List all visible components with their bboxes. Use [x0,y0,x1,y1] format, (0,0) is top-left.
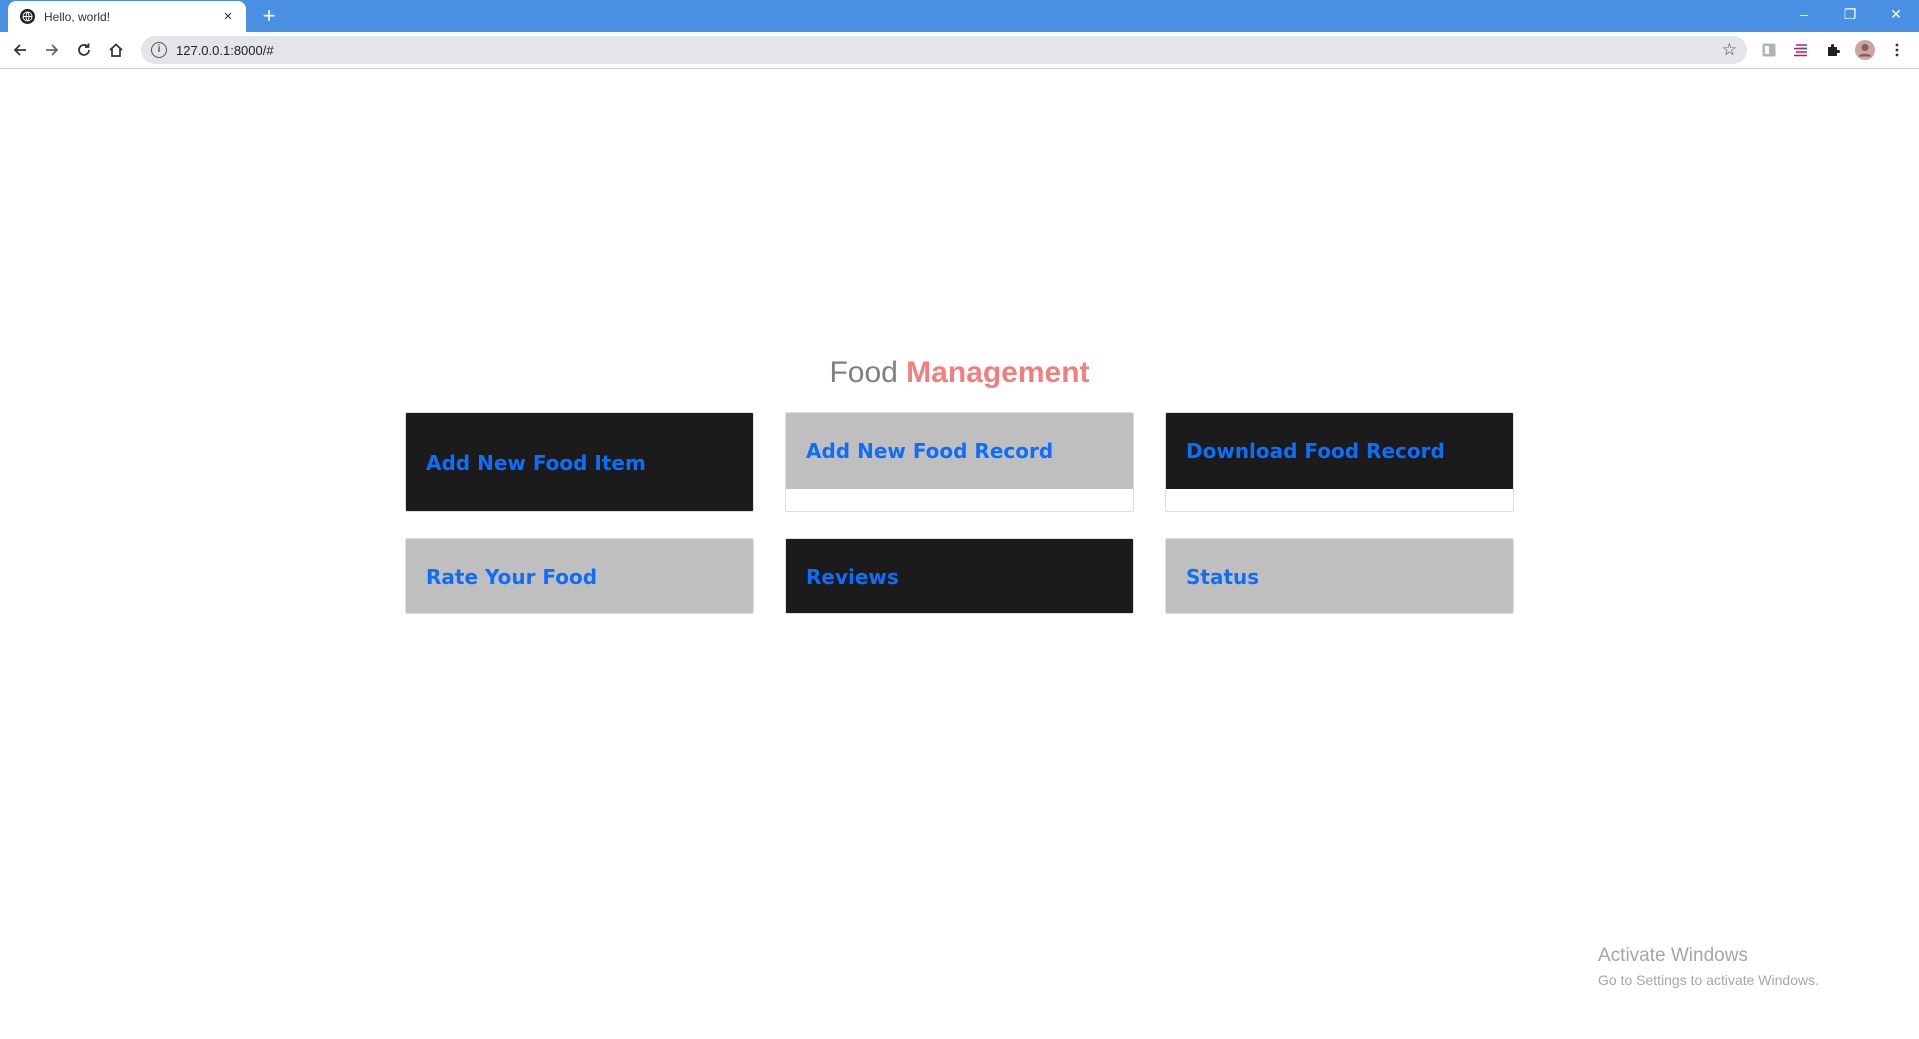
card-label[interactable]: Add New Food Record [806,439,1053,463]
tab-strip: Hello, world! × + – ❐ ✕ [0,0,1919,32]
card-label[interactable]: Download Food Record [1186,439,1445,463]
puzzle-icon[interactable] [1821,38,1845,62]
activate-windows-watermark: Activate Windows Go to Settings to activ… [1598,944,1819,990]
card-label[interactable]: Status [1186,565,1259,589]
address-bar[interactable]: i 127.0.0.1:8000/# ☆ [141,36,1747,64]
home-button[interactable] [104,38,128,62]
page-title: Food Management [0,355,1919,391]
close-window-button[interactable]: ✕ [1873,0,1919,28]
card-rate-your-food[interactable]: Rate Your Food [405,538,754,614]
minimize-button[interactable]: – [1781,0,1827,28]
avatar[interactable] [1853,38,1877,62]
watermark-title: Activate Windows [1598,945,1748,966]
card-download-food-record[interactable]: Download Food Record [1165,412,1514,512]
info-icon[interactable]: i [151,42,167,58]
forward-button[interactable] [40,38,64,62]
reload-icon [78,43,90,56]
title-light-part: Food [829,356,898,389]
title-bold-part: Management [906,356,1090,389]
browser-toolbar: i 127.0.0.1:8000/# ☆ [0,32,1919,69]
watermark-subtitle: Go to Settings to activate Windows. [1598,972,1819,988]
card-status[interactable]: Status [1165,538,1514,614]
card-add-new-food-record[interactable]: Add New Food Record [785,412,1134,512]
url-text[interactable]: 127.0.0.1:8000/# [176,43,1722,58]
globe-icon [20,9,35,24]
arrow-right-icon [46,44,59,56]
arrow-left-icon [13,44,26,56]
card-add-new-food-item[interactable]: Add New Food Item [405,412,754,512]
window-controls: – ❐ ✕ [1781,0,1919,28]
card-label[interactable]: Add New Food Item [426,451,646,475]
star-icon[interactable]: ☆ [1722,40,1737,60]
home-icon [109,43,123,57]
menu-lines-icon[interactable] [1789,38,1813,62]
card-label[interactable]: Reviews [806,565,899,589]
browser-tab[interactable]: Hello, world! × [8,1,246,32]
kebab-menu-icon[interactable] [1885,38,1909,62]
card-reviews[interactable]: Reviews [785,538,1134,614]
tab-close-icon[interactable]: × [220,8,236,25]
tab-title: Hello, world! [44,9,111,24]
card-label[interactable]: Rate Your Food [426,565,597,589]
reload-button[interactable] [72,38,96,62]
extension-icon[interactable] [1757,38,1781,62]
restore-button[interactable]: ❐ [1827,0,1873,28]
new-tab-button[interactable]: + [258,5,280,27]
back-button[interactable] [8,38,32,62]
